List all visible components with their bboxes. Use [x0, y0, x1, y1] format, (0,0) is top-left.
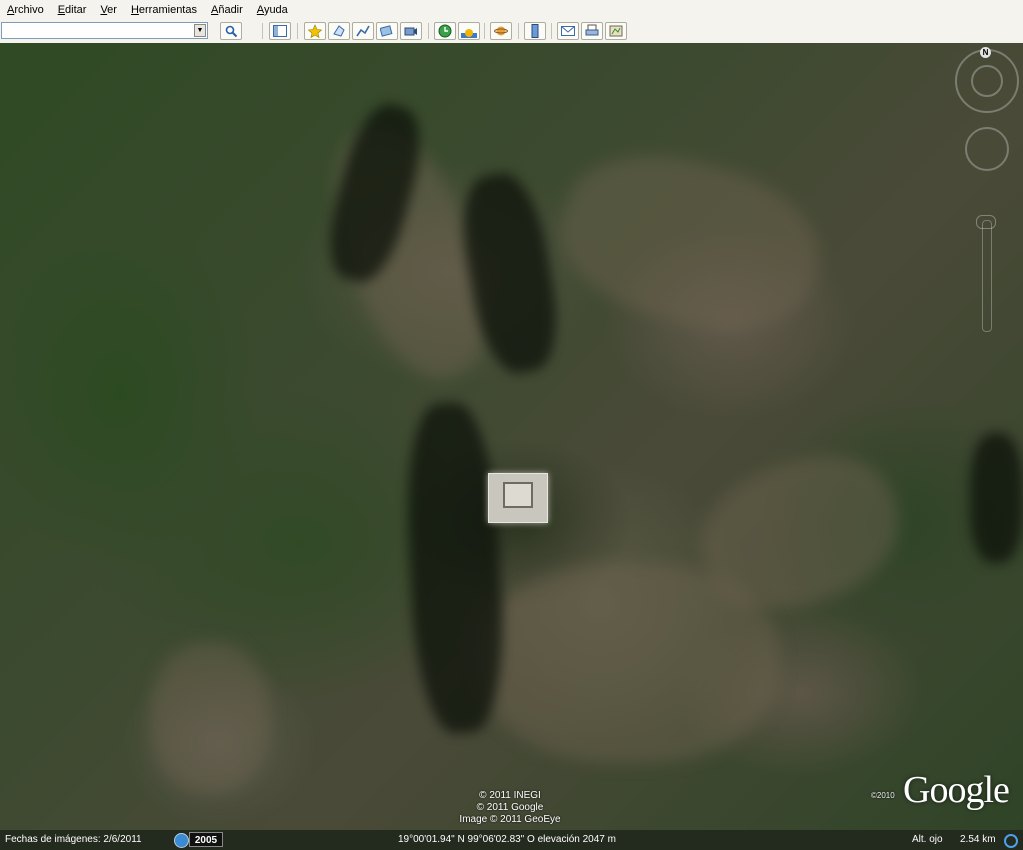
- google-logo: Google: [903, 769, 1010, 811]
- north-indicator[interactable]: N: [980, 47, 991, 58]
- toolbar-separator: [551, 23, 552, 39]
- zoom-slider[interactable]: [982, 220, 992, 332]
- placemark-icon: [308, 24, 322, 38]
- add-polygon-button[interactable]: [328, 22, 350, 40]
- status-bar: Fechas de imágenes: 2/6/2011 2005 19°00'…: [0, 830, 1023, 850]
- attribution-line: © 2011 Google: [476, 802, 544, 813]
- imagery-date: Fechas de imágenes: 2/6/2011: [5, 834, 142, 845]
- image-overlay-icon: [380, 25, 393, 37]
- view-in-maps-button[interactable]: [605, 22, 627, 40]
- printer-icon: [585, 24, 599, 36]
- toolbar-separator: [297, 23, 298, 39]
- menu-archivo[interactable]: Archivo: [0, 0, 51, 20]
- logo-year: ©2010: [871, 791, 895, 800]
- email-button[interactable]: [557, 22, 579, 40]
- clock-globe-icon: [438, 24, 452, 38]
- attribution-line: © 2011 INEGI: [479, 790, 541, 801]
- attribution: © 2011 INEGI © 2011 Google Image © 2011 …: [440, 790, 580, 826]
- path-icon: [356, 25, 370, 37]
- rock-ridge: [543, 132, 837, 354]
- look-joystick-center[interactable]: [971, 65, 1003, 97]
- ruler-button[interactable]: [524, 22, 546, 40]
- record-tour-button[interactable]: [400, 22, 422, 40]
- streaming-icon: [1004, 834, 1018, 848]
- map-icon: [609, 25, 623, 37]
- menu-editar[interactable]: Editar: [51, 0, 94, 20]
- search-input[interactable]: [2, 23, 196, 37]
- envelope-icon: [561, 26, 575, 36]
- attribution-line: Image © 2011 GeoEye: [459, 814, 561, 825]
- historical-imagery-button[interactable]: [434, 22, 456, 40]
- search-button[interactable]: [220, 22, 242, 40]
- satellite-map-view[interactable]: N © 2011 INEGI © 2011 Google Image © 201…: [0, 43, 1023, 830]
- menu-herramientas[interactable]: Herramientas: [124, 0, 204, 20]
- rock-ridge: [150, 643, 270, 793]
- planets-button[interactable]: [490, 22, 512, 40]
- ruler-icon: [531, 24, 539, 38]
- toolbar-separator: [484, 23, 485, 39]
- imagery-year[interactable]: 2005: [189, 832, 223, 847]
- cursor-coordinates: 19°00'01.94" N 99°06'02.83" O elevación …: [398, 834, 616, 845]
- menu-bar: Archivo Editar Ver Herramientas Añadir A…: [0, 0, 1023, 21]
- search-icon: [225, 25, 237, 37]
- historical-imagery-icon[interactable]: [174, 833, 189, 848]
- print-button[interactable]: [581, 22, 603, 40]
- add-placemark-button[interactable]: [304, 22, 326, 40]
- sidebar-icon: [273, 25, 287, 37]
- toolbar-separator: [518, 23, 519, 39]
- sunlight-button[interactable]: [458, 22, 480, 40]
- search-box: ▼: [1, 22, 208, 39]
- temple-building: [488, 473, 548, 523]
- eye-altitude-value: 2.54 km: [960, 834, 996, 845]
- menu-ayuda[interactable]: Ayuda: [250, 0, 295, 20]
- camera-icon: [404, 27, 417, 36]
- toolbar: ▼: [0, 20, 1023, 44]
- menu-ver[interactable]: Ver: [93, 0, 124, 20]
- add-path-button[interactable]: [352, 22, 374, 40]
- sun-icon: [461, 29, 477, 38]
- move-joystick[interactable]: [965, 127, 1009, 171]
- toolbar-separator: [262, 23, 263, 39]
- navigation-controls: N: [953, 45, 1019, 345]
- search-dropdown-button[interactable]: ▼: [194, 24, 206, 37]
- building-courtyard: [503, 482, 533, 508]
- eye-altitude-label: Alt. ojo: [912, 834, 943, 845]
- chevron-down-icon: ▼: [196, 27, 204, 34]
- toolbar-separator: [428, 23, 429, 39]
- add-image-overlay-button[interactable]: [376, 22, 398, 40]
- polygon-icon: [333, 25, 345, 37]
- cliff-shadow: [401, 400, 509, 736]
- sidebar-toggle-button[interactable]: [269, 22, 291, 40]
- planet-icon: [494, 26, 508, 36]
- cliff-shadow: [970, 433, 1023, 563]
- menu-anadir[interactable]: Añadir: [204, 0, 250, 20]
